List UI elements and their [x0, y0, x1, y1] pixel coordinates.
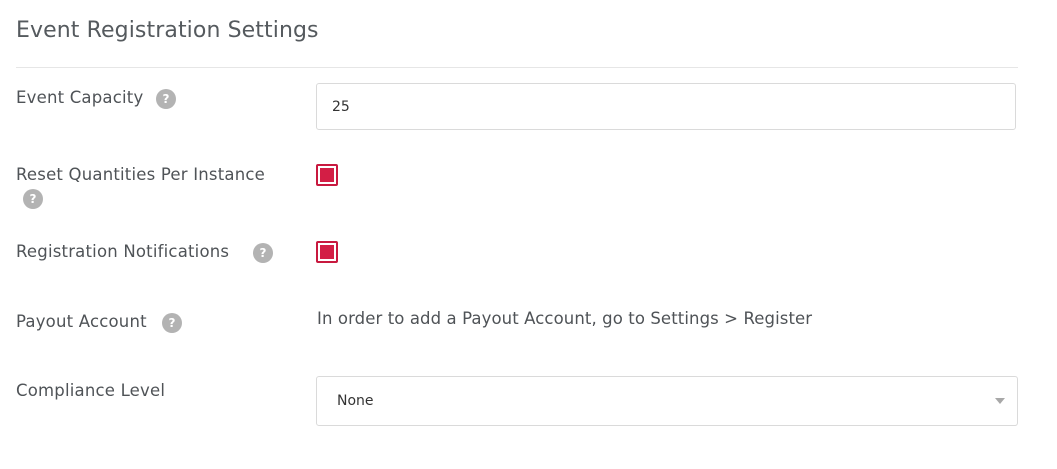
reset-quantities-label: Reset Quantities Per Instance [16, 165, 265, 184]
registration-notifications-label: Registration Notifications [16, 242, 230, 261]
help-icon[interactable]: ? [156, 89, 176, 109]
reset-quantities-checkbox[interactable] [316, 164, 338, 186]
checkbox-checked-indicator [320, 168, 334, 182]
compliance-level-select[interactable]: None [316, 376, 1018, 426]
divider [16, 67, 1018, 68]
help-icon[interactable]: ? [253, 243, 273, 263]
checkbox-checked-indicator [320, 245, 334, 259]
page-title: Event Registration Settings [16, 18, 319, 43]
help-icon[interactable]: ? [162, 313, 182, 333]
event-capacity-label: Event Capacity [16, 88, 144, 107]
help-icon[interactable]: ? [23, 189, 43, 209]
compliance-level-label: Compliance Level [16, 381, 166, 400]
payout-account-info: In order to add a Payout Account, go to … [317, 309, 813, 328]
compliance-level-value: None [337, 393, 374, 409]
chevron-down-icon [995, 398, 1005, 404]
payout-account-label: Payout Account [16, 312, 147, 331]
registration-notifications-checkbox[interactable] [316, 241, 338, 263]
event-capacity-input[interactable] [316, 83, 1016, 130]
